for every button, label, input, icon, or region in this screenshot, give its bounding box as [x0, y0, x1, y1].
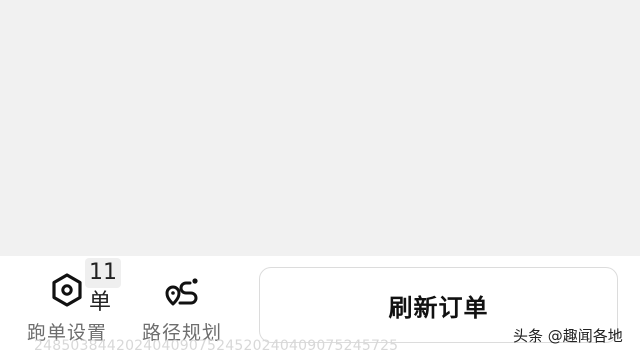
route-planning-button[interactable]: 路径规划: [136, 256, 228, 348]
content-area: [0, 0, 640, 256]
footer-id-text: 24850384420240409075245202404090752457​2…: [34, 338, 399, 354]
source-watermark: 头条 @趣闻各地: [513, 327, 623, 345]
route-pin-icon: [165, 278, 198, 306]
refresh-orders-label: 刷新订单: [388, 293, 489, 322]
hexagon-settings-icon: [52, 273, 82, 307]
order-count-badge: 11单: [85, 258, 121, 315]
order-settings-button[interactable]: 11单 跑单设置: [21, 256, 121, 348]
